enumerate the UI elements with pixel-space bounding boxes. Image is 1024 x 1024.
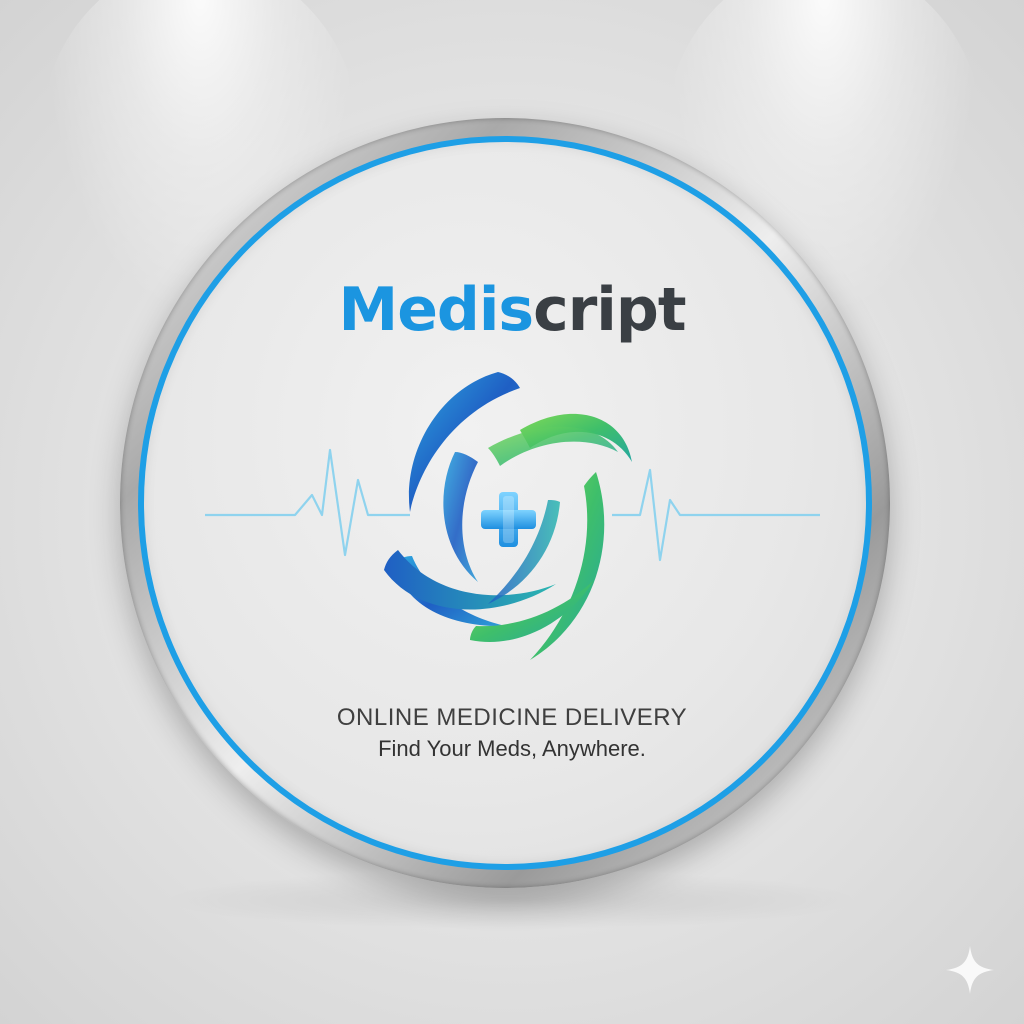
sparkle-icon [946,946,994,994]
emblem [205,372,820,660]
tagline-slogan: Find Your Meds, Anywhere. [378,736,646,761]
tagline-service: ONLINE MEDICINE DELIVERY [336,704,688,731]
medical-cross-icon [481,492,536,547]
swirl-medical-cross-icon [384,372,632,660]
